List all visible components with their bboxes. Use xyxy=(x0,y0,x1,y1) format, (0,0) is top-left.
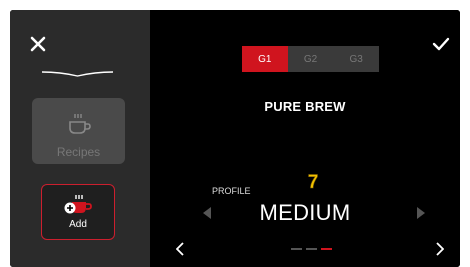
profile-label: PROFILE xyxy=(212,186,251,196)
profile-value: MEDIUM xyxy=(259,200,351,225)
sidebar: Recipes Add xyxy=(10,10,150,267)
add-label: Add xyxy=(69,219,87,230)
chevron-right-icon[interactable] xyxy=(436,242,445,256)
recipes-label: Recipes xyxy=(56,145,101,159)
check-icon[interactable] xyxy=(432,36,450,52)
add-button[interactable]: Add xyxy=(41,184,115,240)
page-dot-active xyxy=(321,248,332,250)
tab-g3[interactable]: G3 xyxy=(333,46,380,72)
triangle-right-icon[interactable] xyxy=(417,206,425,219)
page-dot xyxy=(291,248,302,250)
grinder-selector: G1 G2 G3 xyxy=(242,46,380,72)
main-panel: G1 G2 G3 PURE BREW PROFILE 7 MEDIUM xyxy=(150,10,460,267)
page-dot xyxy=(306,248,317,250)
page-indicator xyxy=(291,248,332,250)
recipe-title: PURE BREW xyxy=(264,99,346,114)
drawer-handle[interactable] xyxy=(40,66,115,77)
cup-icon xyxy=(66,112,92,136)
profile-number-text: 7 xyxy=(308,172,319,191)
profile-number: 7 xyxy=(303,171,323,194)
close-icon[interactable] xyxy=(28,34,48,54)
add-cup-icon xyxy=(63,193,93,217)
recipes-button[interactable]: Recipes xyxy=(32,98,125,164)
chevron-left-icon[interactable] xyxy=(175,242,184,256)
brew-screen: Recipes Add G1 G2 G3 PURE BREW PROFILE 7… xyxy=(10,10,460,267)
tab-g1[interactable]: G1 xyxy=(242,46,288,72)
tab-g2[interactable]: G2 xyxy=(287,46,334,72)
